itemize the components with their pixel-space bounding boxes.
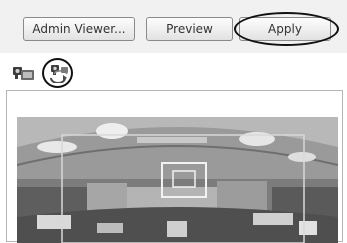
camera-icon[interactable]: [12, 64, 36, 82]
button-bar: Admin Viewer... Preview Apply: [0, 0, 347, 53]
camera-sync-highlight-circle: [42, 58, 73, 88]
preview-panel: [6, 90, 343, 243]
panorama-scene: [17, 117, 338, 243]
apply-highlight-circle: [234, 12, 339, 46]
panorama-preview-image[interactable]: [17, 117, 338, 243]
icon-toolbar: [0, 53, 347, 89]
preview-button[interactable]: Preview: [146, 17, 233, 41]
admin-viewer-button[interactable]: Admin Viewer...: [23, 17, 135, 41]
